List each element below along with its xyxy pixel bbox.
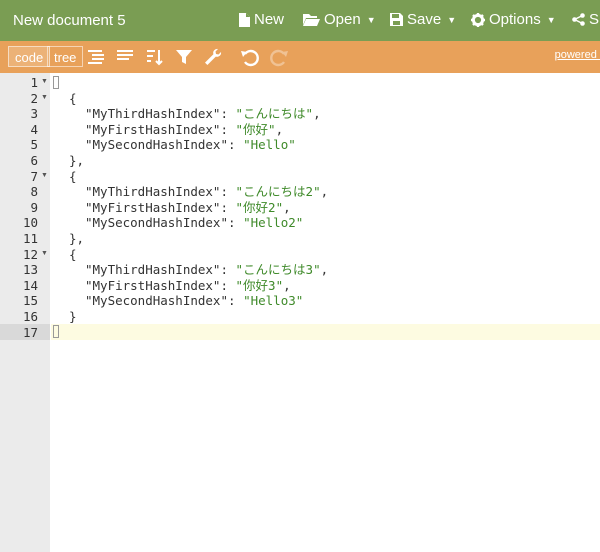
code-line: { — [69, 247, 77, 262]
line-number: 3 — [30, 106, 38, 122]
format-icon[interactable] — [86, 47, 106, 67]
json-string: "Hello3" — [243, 293, 304, 308]
tree-mode-button[interactable]: tree — [47, 46, 84, 67]
line-number: 15 — [22, 293, 38, 309]
powered-by-link[interactable]: powered b — [555, 49, 600, 61]
line-number: 11 — [22, 231, 38, 246]
line-number: 6 — [30, 153, 38, 168]
json-key: "MySecondHashIndex" — [85, 293, 228, 308]
file-icon — [239, 12, 250, 27]
toolbar: code tree powered b — [0, 41, 600, 73]
line-number: 8 — [30, 184, 38, 200]
line-number: 16 — [22, 309, 38, 324]
share-label: S — [589, 11, 600, 28]
line-number: 2 — [30, 90, 38, 106]
json-key: "MySecondHashIndex" — [85, 137, 228, 152]
fold-toggle-icon[interactable]: ▼ — [41, 250, 48, 257]
redo-icon[interactable] — [269, 47, 289, 67]
document-title: New document 5 — [13, 12, 126, 29]
gear-icon — [471, 12, 485, 27]
json-key: "MyFirstHashIndex" — [85, 122, 221, 137]
json-key: "MyThirdHashIndex" — [85, 106, 221, 121]
code-line: "MyFirstHashIndex": "你好2", — [85, 200, 291, 215]
json-string: "Hello" — [243, 137, 296, 152]
code-line: { — [69, 91, 77, 106]
line-number: 9 — [30, 199, 38, 215]
new-label: New — [254, 11, 285, 28]
fold-toggle-icon[interactable]: ▼ — [41, 172, 48, 179]
code-line: }, — [69, 153, 85, 168]
options-menu[interactable]: Options ▼ — [471, 11, 556, 28]
json-string: "こんにちは2" — [235, 184, 321, 199]
line-number: 4 — [30, 121, 38, 137]
code-line: "MySecondHashIndex": "Hello" — [85, 137, 296, 152]
new-button[interactable]: New — [239, 11, 284, 28]
json-string: "你好2" — [235, 200, 284, 215]
line-number: 10 — [22, 215, 38, 231]
line-number: 7 — [30, 168, 38, 184]
chevron-down-icon: ▼ — [447, 14, 457, 25]
undo-icon[interactable] — [240, 47, 260, 67]
code-line: "MyThirdHashIndex": "こんにちは3", — [85, 262, 329, 277]
json-key: "MyThirdHashIndex" — [85, 262, 221, 277]
code-line: "MyFirstHashIndex": "你好3", — [85, 278, 291, 293]
json-key: "MyThirdHashIndex" — [85, 184, 221, 199]
save-menu[interactable]: Save ▼ — [390, 11, 456, 28]
code-line: "MySecondHashIndex": "Hello2" — [85, 215, 304, 230]
code-line: "MySecondHashIndex": "Hello3" — [85, 293, 304, 308]
json-string: "こんにちは" — [235, 106, 314, 121]
line-number: 13 — [22, 262, 38, 278]
fold-toggle-icon[interactable]: ▼ — [41, 94, 48, 101]
line-number: 1 — [30, 75, 38, 90]
code-line: } — [69, 309, 77, 324]
code-line — [53, 75, 59, 90]
line-number: 5 — [30, 137, 38, 153]
code-line: "MyFirstHashIndex": "你好", — [85, 122, 284, 137]
compact-icon[interactable] — [115, 47, 135, 67]
cursor-bracket — [53, 325, 59, 338]
options-label: Options — [489, 11, 541, 28]
json-string: "Hello2" — [243, 215, 304, 230]
line-number: 17 — [22, 324, 38, 340]
chevron-down-icon: ▼ — [546, 14, 556, 25]
floppy-disk-icon — [390, 13, 403, 26]
folder-open-icon — [303, 14, 320, 26]
title-bar: New document 5 New Open ▼ Save ▼ Options… — [0, 0, 600, 41]
chevron-down-icon: ▼ — [366, 14, 376, 25]
filter-icon[interactable] — [174, 47, 194, 67]
save-label: Save — [407, 11, 442, 28]
code-editor[interactable]: { "MyThirdHashIndex": "こんにちは", "MyFirstH… — [50, 73, 600, 552]
fold-toggle-icon[interactable]: ▼ — [41, 78, 48, 85]
json-key: "MyFirstHashIndex" — [85, 200, 221, 215]
code-line: "MyThirdHashIndex": "こんにちは2", — [85, 184, 329, 199]
line-number: 14 — [22, 277, 38, 293]
json-string: "你好3" — [235, 278, 284, 293]
code-line: { — [69, 169, 77, 184]
json-key: "MyFirstHashIndex" — [85, 278, 221, 293]
code-line — [53, 324, 59, 339]
open-label: Open — [324, 11, 361, 28]
sort-icon[interactable] — [145, 47, 165, 67]
json-string: "你好" — [235, 122, 276, 137]
line-number: 12 — [22, 246, 38, 262]
code-mode-button[interactable]: code — [8, 46, 51, 67]
wrench-icon[interactable] — [203, 47, 223, 67]
json-string: "こんにちは3" — [235, 262, 321, 277]
json-key: "MySecondHashIndex" — [85, 215, 228, 230]
share-button[interactable]: S — [572, 11, 599, 28]
code-line: }, — [69, 231, 85, 246]
open-menu[interactable]: Open ▼ — [303, 11, 376, 28]
share-icon — [572, 13, 585, 26]
cursor-bracket — [53, 76, 59, 89]
code-line: "MyThirdHashIndex": "こんにちは", — [85, 106, 321, 121]
